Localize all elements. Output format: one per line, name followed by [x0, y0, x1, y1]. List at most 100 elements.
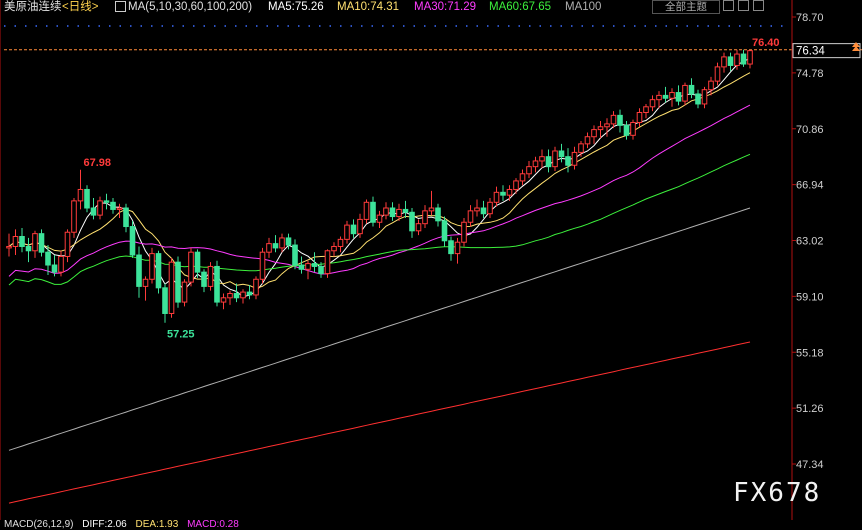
period-label[interactable]: <日线> [62, 0, 98, 14]
candle-body [207, 265, 214, 287]
candle-body [110, 201, 116, 210]
candle-body [493, 191, 500, 203]
settings-icon[interactable] [723, 0, 734, 11]
zoom-icon[interactable] [738, 0, 749, 11]
candle-body [188, 251, 194, 283]
ma10-value: MA10:74.31 [337, 1, 400, 13]
axis-tick-label: 55.18 [796, 347, 824, 359]
candle-body [734, 53, 740, 66]
candle-body [19, 236, 25, 247]
theme-selector-button[interactable]: 全部主题 [652, 0, 720, 14]
candle-body [214, 265, 220, 303]
ma30-value: MA30:71.29 [414, 1, 477, 13]
candle-body [584, 136, 591, 145]
candle-body [435, 207, 441, 222]
candle-body [136, 254, 142, 287]
candle-body [467, 210, 474, 223]
price-guides [4, 25, 862, 51]
candle-body [97, 200, 103, 216]
candle-body [604, 123, 610, 128]
candle-body [571, 151, 578, 166]
macd-label[interactable]: MACD(26,12,9) [4, 519, 73, 530]
candle-body [669, 92, 675, 99]
axis-tick-label: 51.26 [796, 403, 824, 415]
candle-body [38, 233, 45, 253]
candle-body [181, 281, 188, 303]
candle-body [727, 56, 734, 66]
last-price-label: 76.34 [796, 46, 825, 58]
candlestick-chart[interactable]: 78.7074.7870.8666.9463.0259.1055.1851.26… [0, 0, 862, 520]
price-annotations: 67.98 57.25 76.40 76.34 [84, 37, 861, 341]
candle-body [519, 173, 526, 182]
candle-body [649, 99, 656, 108]
ma10-line [8, 72, 751, 289]
candle-body [545, 156, 552, 168]
candle-body [526, 166, 532, 175]
candle-body [688, 84, 695, 95]
candle-body [25, 245, 32, 252]
candle-body [558, 150, 565, 158]
candle-body [311, 263, 318, 267]
candle-body [500, 191, 506, 196]
moving-average-lines [8, 57, 751, 504]
candle-body [6, 245, 12, 249]
symbol-title[interactable]: 美原油连续 [4, 0, 62, 14]
candle-body [305, 263, 311, 270]
candle-body [422, 210, 428, 225]
candle-body [12, 236, 19, 247]
candle-body [747, 50, 753, 65]
macd-diff: DIFF:2.06 [82, 519, 127, 530]
candle-body [682, 84, 688, 102]
candle-body [298, 264, 305, 270]
ma-settings-icon[interactable] [115, 1, 126, 12]
candle-body [149, 253, 155, 280]
ma30-line [8, 104, 751, 277]
candle-body [597, 126, 604, 131]
candle-body [266, 243, 272, 253]
candle-body [383, 207, 389, 216]
candle-body [337, 238, 344, 247]
price-axis: 78.7074.7870.8666.9463.0259.1055.1851.26… [0, 0, 824, 520]
indicator-header: 美原油连续 <日线> MA(5,10,30,60,100,200) MA5:75… [0, 0, 862, 14]
candle-body [565, 156, 571, 166]
candle-body [350, 224, 357, 235]
candle-body [279, 237, 285, 249]
candle-body [695, 93, 701, 105]
candle-body [409, 211, 415, 232]
candle-body [344, 224, 350, 240]
candle-body [194, 251, 201, 273]
candle-body [656, 94, 662, 101]
ma100-line [8, 207, 751, 451]
candle-body [201, 271, 207, 287]
candle-body [532, 160, 539, 168]
candle-body [448, 240, 454, 255]
candle-body [168, 261, 175, 314]
candle-body [45, 251, 51, 266]
axis-tick-label: 74.78 [796, 68, 824, 80]
candle-body [363, 201, 370, 220]
ma60-value: MA60:67.65 [489, 1, 552, 13]
candle-body [71, 200, 77, 233]
candle-body [129, 226, 136, 256]
candle-body [58, 255, 64, 273]
macd-value: MACD:0.28 [187, 519, 239, 530]
candle-body [630, 121, 636, 136]
ma-params: MA(5,10,30,60,100,200) [128, 1, 253, 13]
axis-tick-label: 59.10 [796, 291, 824, 303]
candle-body [253, 278, 259, 296]
candle-body [246, 291, 253, 296]
high-price-label: 76.40 [752, 37, 780, 49]
candle-body [539, 156, 545, 162]
candle-body [175, 261, 181, 303]
ma100-value: MA100 [565, 1, 602, 13]
ma200-line [8, 341, 751, 504]
candle-body [643, 106, 649, 114]
candle-body [233, 293, 240, 299]
close-icon[interactable] [753, 0, 764, 11]
candle-body [162, 287, 168, 314]
candle-body [610, 114, 617, 125]
candle-body [220, 297, 227, 303]
candle-body [662, 94, 669, 99]
candle-body [675, 92, 682, 102]
peak-price-label: 67.98 [84, 157, 112, 169]
